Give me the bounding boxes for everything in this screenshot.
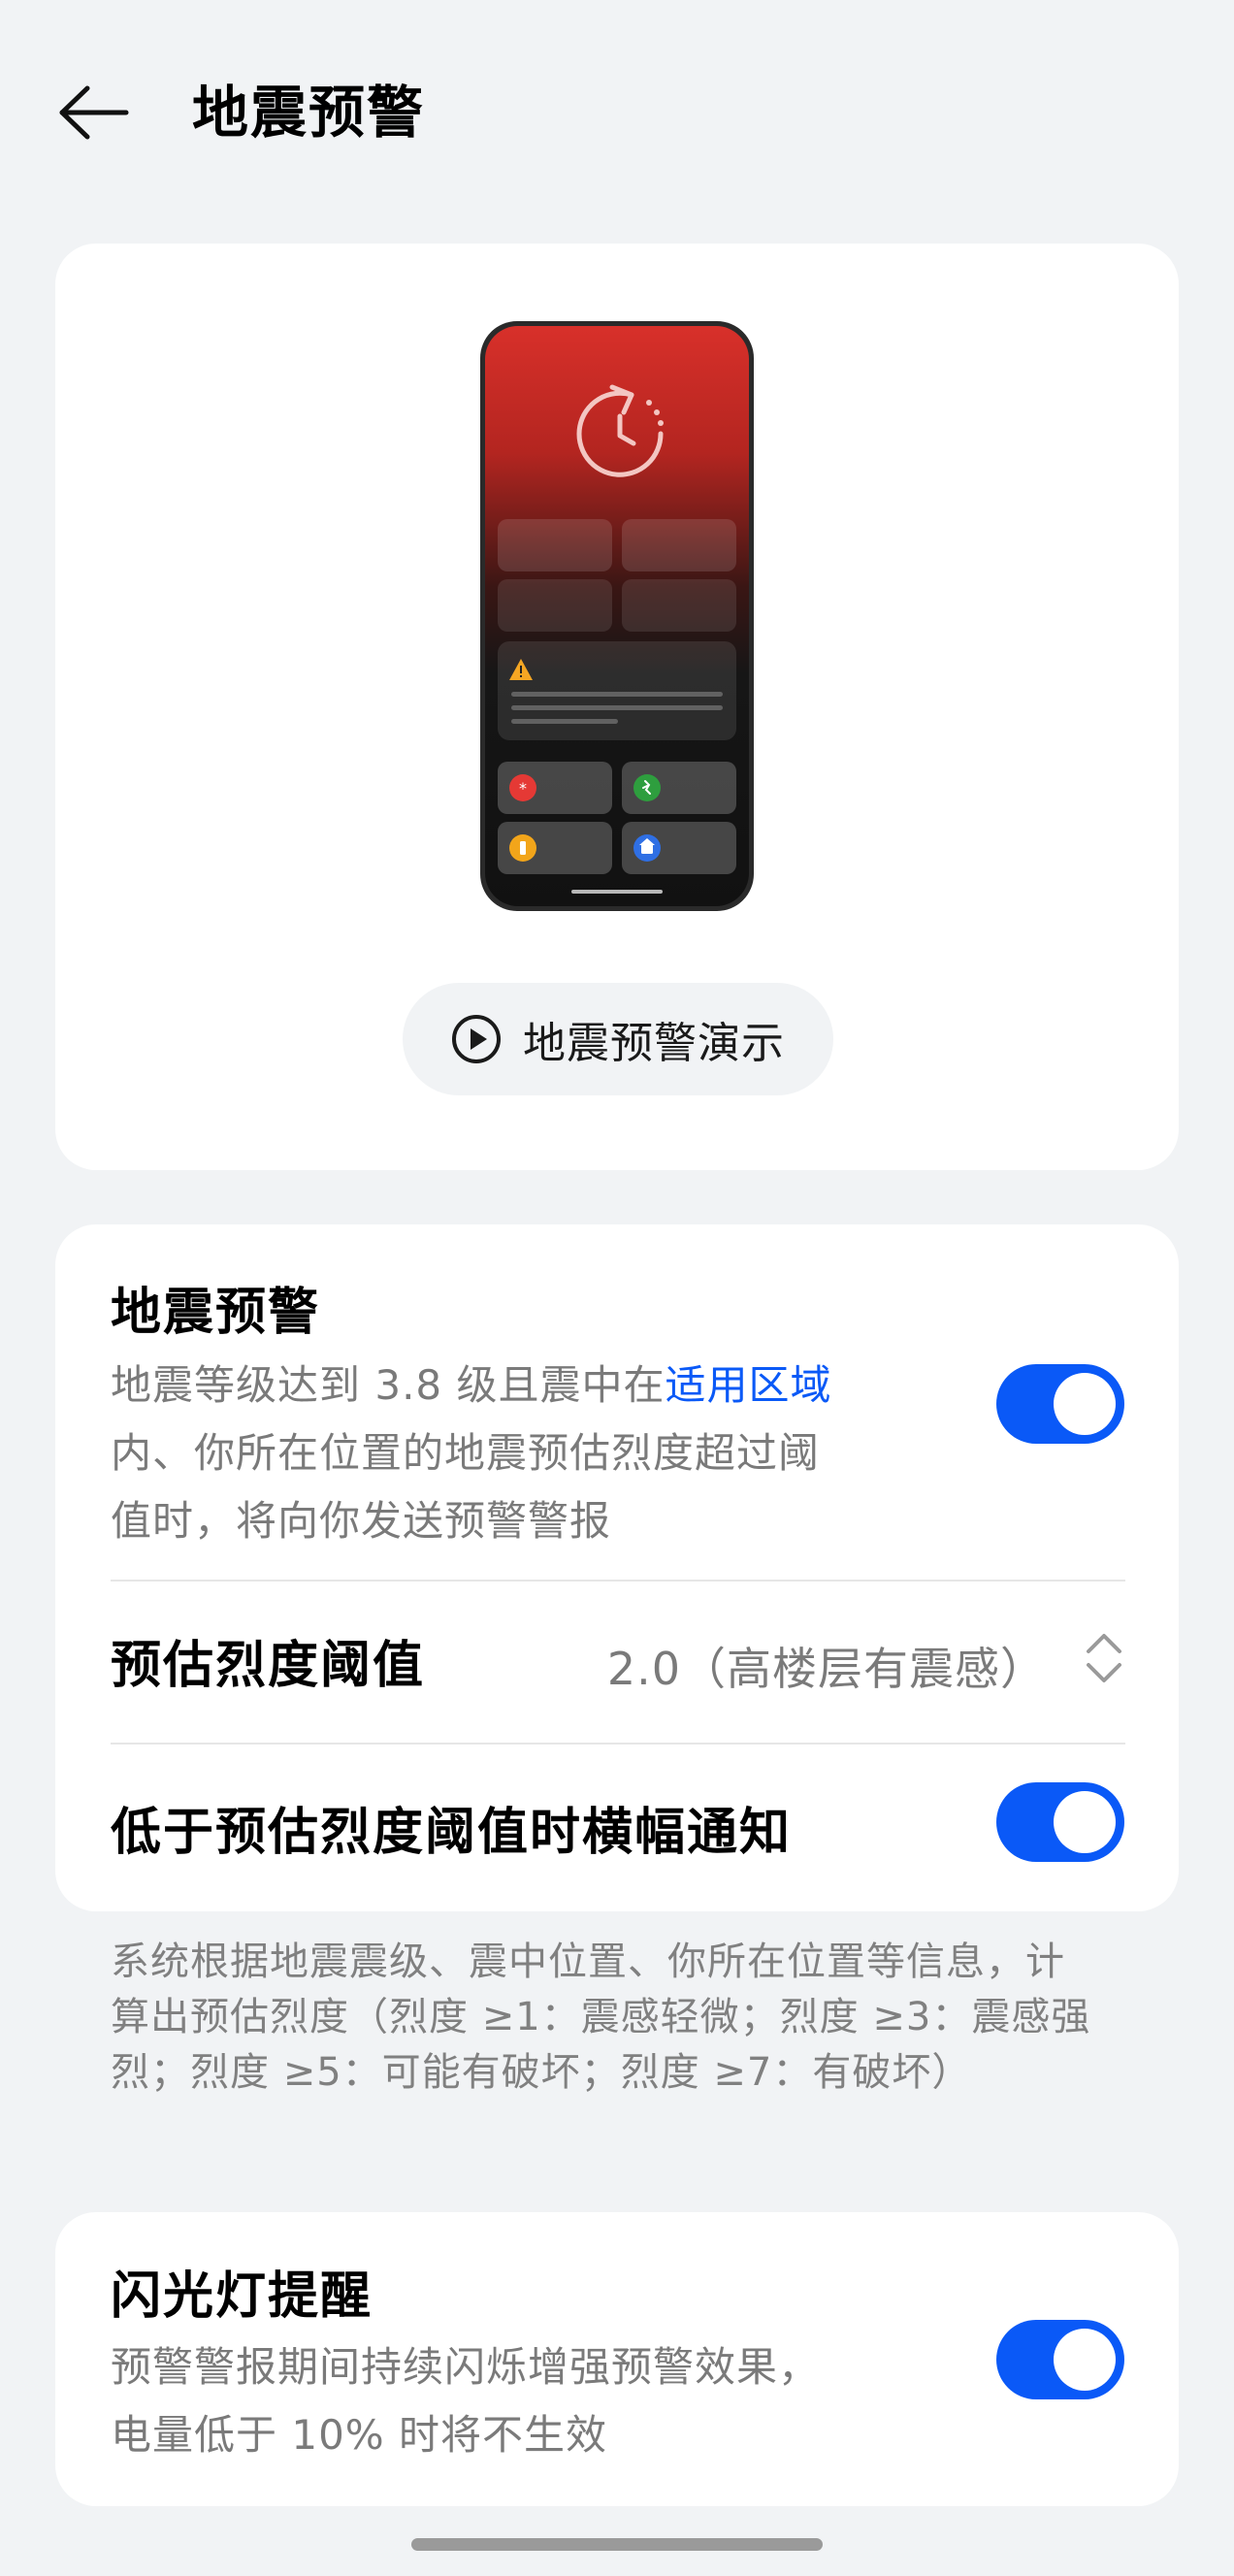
desc-line-2: 内、你所在位置的地震预估烈度超过阈 [111, 1429, 821, 1477]
banner-notification-toggle[interactable] [996, 1782, 1124, 1862]
footnote-line-2: 算出预估烈度（烈度 ≥1：震感轻微；烈度 ≥3：震感强 [111, 1995, 1091, 2039]
flash-reminder-card: 闪光灯提醒 预警警报期间持续闪烁增强预警效果， 电量低于 10% 时将不生效 [55, 2212, 1179, 2506]
earthquake-warning-toggle[interactable] [996, 1364, 1124, 1444]
phone-illustration: * [478, 319, 756, 913]
flash-reminder-title: 闪光灯提醒 [111, 2267, 373, 2326]
applicable-area-link[interactable]: 适用区域 [666, 1361, 832, 1409]
banner-notification-row[interactable]: 低于预估烈度阈值时横幅通知 [111, 1745, 1125, 1908]
earthquake-warning-row[interactable]: 地震预警 地震等级达到 3.8 级且震中在适用区域 内、你所在位置的地震预估烈度… [111, 1271, 1125, 1555]
desc-prefix: 地震等级达到 3.8 级且震中在 [111, 1361, 666, 1409]
demo-play-button[interactable]: 地震预警演示 [403, 983, 833, 1095]
threshold-label: 预估烈度阈值 [111, 1637, 426, 1695]
flash-reminder-toggle[interactable] [996, 2320, 1124, 2399]
flash-desc-line-1: 预警警报期间持续闪烁增强预警效果， [111, 2343, 821, 2391]
flash-reminder-description: 预警警报期间持续闪烁增强预警效果， 电量低于 10% 时将不生效 [111, 2333, 945, 2469]
phone-mockup-image: * [480, 321, 754, 911]
earthquake-warning-title: 地震预警 [111, 1284, 321, 1342]
footnote-line-3: 烈；烈度 ≥5：可能有破坏；烈度 ≥7：有破坏） [111, 2050, 972, 2095]
preview-card: * 地震预警演示 [55, 244, 1179, 1170]
home-indicator[interactable] [411, 2538, 823, 2551]
up-down-chevron-icon [1087, 1634, 1121, 1682]
intensity-footnote: 系统根据地震震级、震中位置、你所在位置等信息，计 算出预估烈度（烈度 ≥1：震感… [111, 1935, 1120, 2101]
desc-line-3: 值时，将向你发送预警警报 [111, 1497, 612, 1545]
demo-button-label: 地震预警演示 [523, 1019, 785, 1068]
toggle-knob [1054, 1791, 1116, 1853]
threshold-row[interactable]: 预估烈度阈值 2.0（高楼层有震感） [111, 1581, 1125, 1745]
svg-text:*: * [519, 779, 527, 798]
title-bar: 地震预警 [0, 0, 1234, 233]
footnote-line-1: 系统根据地震震级、震中位置、你所在位置等信息，计 [111, 1940, 1065, 1984]
banner-notification-label: 低于预估烈度阈值时横幅通知 [111, 1804, 793, 1862]
earthquake-warning-description: 地震等级达到 3.8 级且震中在适用区域 内、你所在位置的地震预估烈度超过阈 值… [111, 1352, 945, 1555]
back-button[interactable] [56, 78, 134, 147]
earthquake-settings-card: 地震预警 地震等级达到 3.8 级且震中在适用区域 内、你所在位置的地震预估烈度… [55, 1224, 1179, 1911]
back-arrow-icon [59, 85, 129, 140]
flash-reminder-row[interactable]: 闪光灯提醒 预警警报期间持续闪烁增强预警效果， 电量低于 10% 时将不生效 [111, 2255, 1125, 2469]
toggle-knob [1054, 2329, 1116, 2391]
flash-desc-line-2: 电量低于 10% 时将不生效 [111, 2411, 608, 2459]
threshold-value: 2.0（高楼层有震感） [606, 1643, 1046, 1695]
page-title: 地震预警 [192, 80, 426, 146]
play-icon [452, 1015, 501, 1063]
toggle-knob [1054, 1373, 1116, 1435]
